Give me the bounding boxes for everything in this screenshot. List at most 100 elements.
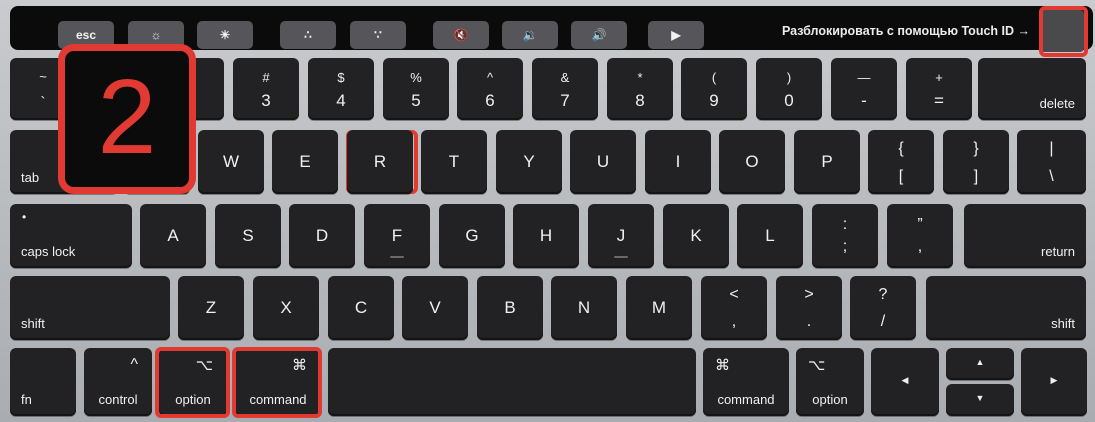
key-t[interactable]: T [421,130,487,194]
key-c-label: C [354,298,368,317]
key-4[interactable]: $4 [308,58,374,120]
key-s[interactable]: S [215,204,281,268]
key-option-right[interactable]: ⌥ option [796,348,864,416]
caps-lock-indicator: • [22,210,27,224]
key-i[interactable]: I [645,130,711,194]
key-v[interactable]: V [402,276,468,340]
key-b[interactable]: B [477,276,543,340]
key-period[interactable]: >. [776,276,842,340]
volume-down-icon[interactable]: 🔉 [502,21,558,49]
key-arrow-right[interactable]: ▶ [1021,348,1087,416]
key-j[interactable]: J [588,204,654,268]
key-w-label: W [222,152,240,171]
key-return[interactable]: return [964,204,1086,268]
key-backslash[interactable]: | \ [1017,130,1086,194]
key-semicolon[interactable]: :; [812,204,878,268]
key-fn[interactable]: fn [10,348,76,416]
key-quote-lower: , [917,238,923,255]
key-n[interactable]: N [551,276,617,340]
keyboard-light-down-icon[interactable]: ∴ [280,21,336,49]
home-row-bump [390,256,404,258]
key-l[interactable]: L [737,204,803,268]
key-g[interactable]: G [439,204,505,268]
key-7-lower: 7 [560,91,570,110]
key-x[interactable]: X [253,276,319,340]
key-space[interactable] [328,348,696,416]
key-period-upper: > [804,286,814,303]
key-option-right-label: option [812,392,848,407]
key-u[interactable]: U [570,130,636,194]
arrow-right-icon: ▶ [1050,375,1058,385]
key-semicolon-upper: : [842,216,848,233]
key-6-lower: 6 [485,91,495,110]
key-minus-lower: - [861,91,867,110]
mute-icon[interactable]: 🔇 [433,21,489,49]
key-r-label: R [373,152,387,171]
key-quote[interactable]: ”, [887,204,953,268]
key-0[interactable]: ) 0 [756,58,822,120]
brightness-up-icon[interactable]: ☀ [197,21,253,49]
key-caps-lock[interactable]: • caps lock [10,204,132,268]
key-control-label: control [98,392,138,407]
key-e[interactable]: E [272,130,338,194]
key-comma-upper: < [729,286,739,303]
key-c[interactable]: C [328,276,394,340]
key-d[interactable]: D [289,204,355,268]
key-minus[interactable]: — - [831,58,897,120]
key-control[interactable]: ^ control [84,348,152,416]
key-caps-lock-label: caps lock [21,244,76,259]
key-arrow-up[interactable]: ▲ [946,348,1014,380]
key-shift-left[interactable]: shift [10,276,170,340]
home-row-bump [614,256,628,258]
key-9[interactable]: (9 [681,58,747,120]
key-slash-upper: ? [878,286,888,303]
key-equals-upper: + [935,70,943,85]
key-h[interactable]: H [513,204,579,268]
key-5[interactable]: % 5 [383,58,449,120]
key-shift-right[interactable]: shift [926,276,1086,340]
key-8-upper: * [637,70,643,85]
key-m-label: M [651,298,667,317]
key-comma[interactable]: <, [701,276,767,340]
key-f[interactable]: F [364,204,430,268]
key-7[interactable]: & 7 [532,58,598,120]
key-r[interactable]: R [347,130,413,194]
key-fn-label: fn [21,392,32,407]
key-slash[interactable]: ? / [850,276,916,340]
key-p-label: P [821,152,833,171]
key-d-label: D [315,226,329,245]
key-right-bracket-lower: ] [973,168,979,185]
key-a[interactable]: A [140,204,206,268]
touch-id-sensor[interactable] [1040,10,1084,52]
key-8[interactable]: * 8 [607,58,673,120]
key-semicolon-lower: ; [842,238,848,255]
play-icon[interactable]: ▶ [648,21,704,49]
key-command-right[interactable]: ⌘ command [703,348,789,416]
key-z[interactable]: Z [178,276,244,340]
key-arrow-down[interactable]: ▼ [946,384,1014,416]
key-p[interactable]: P [794,130,860,194]
arrow-left-icon: ◀ [901,375,909,385]
key-a-label: A [167,226,179,245]
key-right-bracket[interactable]: }] [943,130,1009,194]
keyboard-light-up-icon[interactable]: ∵ [350,21,406,49]
key-option-left[interactable]: ⌥ option [159,348,227,416]
key-5-lower: 5 [411,91,421,110]
option-symbol-icon: ⌥ [808,357,826,374]
key-s-label: S [242,226,254,245]
key-o[interactable]: O [719,130,785,194]
key-u-label: U [596,152,610,171]
key-arrow-left[interactable]: ◀ [871,348,939,416]
key-command-left[interactable]: ⌘ command [235,348,321,416]
key-3[interactable]: #3 [233,58,299,120]
key-6[interactable]: ^ 6 [457,58,523,120]
key-k[interactable]: K [663,204,729,268]
volume-up-icon[interactable]: 🔊 [571,21,627,49]
key-slash-lower: / [880,313,886,330]
key-m[interactable]: M [626,276,692,340]
key-y[interactable]: Y [496,130,562,194]
key-delete[interactable]: delete [978,58,1086,120]
key-equals[interactable]: + = [906,58,972,120]
key-left-bracket[interactable]: {[ [868,130,934,194]
key-w[interactable]: W [198,130,264,194]
